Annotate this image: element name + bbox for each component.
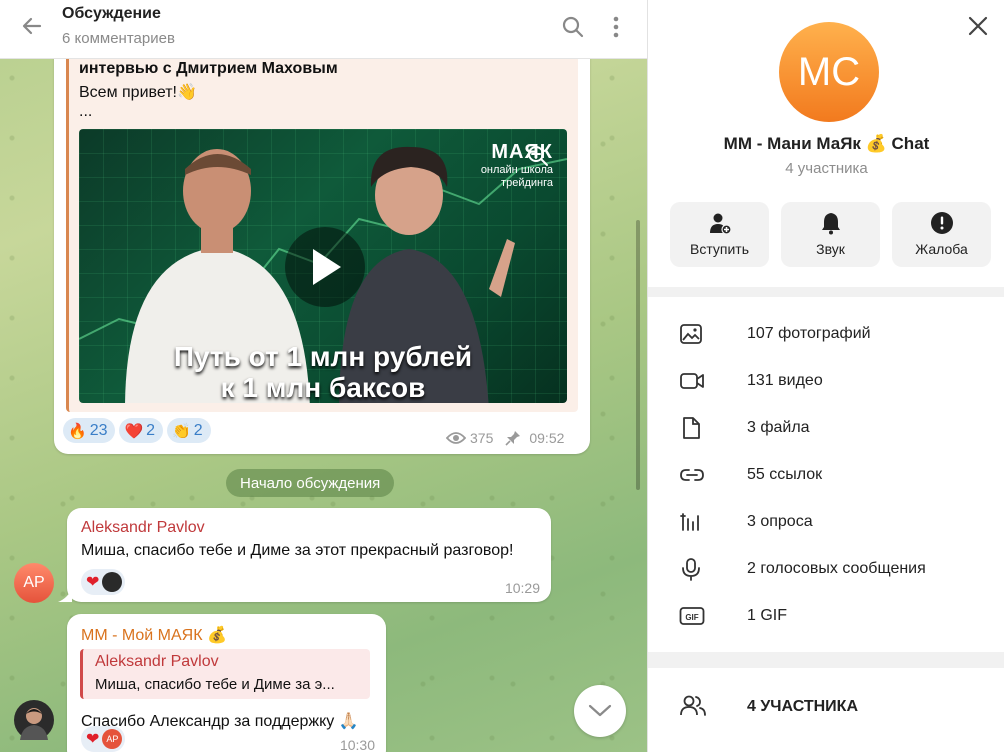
play-icon [313, 249, 341, 285]
join-button[interactable]: Вступить [670, 202, 769, 267]
media-row-videos[interactable]: 131 видео [648, 357, 1004, 404]
group-member-count: 4 участника [785, 160, 868, 177]
reaction-count: 2 [146, 421, 156, 439]
post-views: 375 [470, 430, 494, 446]
reaction-count: 23 [89, 421, 108, 439]
message-reaction[interactable]: ❤ AP [81, 726, 126, 752]
chevron-down-icon [588, 704, 612, 717]
video-preview[interactable]: МАЯК онлайн школа трейдинга Путь от 1 мл… [79, 129, 567, 403]
shared-media-list: 107 фотографий 131 видео 3 файла 55 ссыл… [648, 297, 1004, 652]
media-row-files[interactable]: 3 файла [648, 404, 1004, 451]
message-time: 10:29 [504, 580, 540, 596]
reaction-clap[interactable]: 👏 2 [167, 418, 211, 443]
reaction-heart[interactable]: ❤️ 2 [119, 418, 164, 443]
bell-icon [822, 213, 840, 235]
gif-icon: GIF [679, 607, 705, 625]
reply-quote[interactable]: Aleksandr Pavlov Миша, спасибо тебе и Ди… [80, 649, 370, 699]
add-user-icon [710, 213, 732, 235]
discussion-start-label: Начало обсуждения [226, 469, 395, 497]
warning-icon [931, 212, 953, 234]
chat-title: Обсуждение [62, 5, 161, 22]
media-label: 3 опроса [747, 513, 813, 530]
media-label: 2 голосовых сообщения [747, 560, 926, 577]
report-label: Жалоба [915, 241, 968, 257]
message-bubble[interactable]: MM - Мой МАЯК 💰 Aleksandr Pavlov Миша, с… [67, 614, 386, 752]
media-label: 3 файла [747, 419, 810, 436]
sound-label: Звук [816, 241, 845, 257]
info-header: MC MM - Мани МаЯк 💰 Chat 4 участника Вст… [648, 0, 1004, 287]
scroll-down-button[interactable] [574, 685, 626, 737]
play-button[interactable] [285, 227, 365, 307]
heart-icon: ❤ [86, 574, 100, 591]
media-row-polls[interactable]: 3 опроса [648, 498, 1004, 545]
avatar[interactable]: AP [14, 563, 54, 603]
video-headline-line1: Путь от 1 млн рублей [173, 341, 473, 372]
message-bubble[interactable]: Aleksandr Pavlov Миша, спасибо тебе и Ди… [67, 508, 551, 602]
info-panel: MC MM - Мани МаЯк 💰 Chat 4 участника Вст… [647, 0, 1004, 752]
eye-icon [446, 432, 466, 444]
members-section[interactable]: 4 УЧАСТНИКА [648, 668, 1004, 752]
message-text: Спасибо Александр за поддержку 🙏🏻 [81, 713, 359, 730]
chat-header: Обсуждение 6 комментариев [0, 0, 647, 59]
post-ellipsis: ... [79, 103, 93, 120]
post-greeting: Всем привет!👋 [79, 84, 197, 101]
app-window: Обсуждение 6 комментариев интервью с Дми… [0, 0, 1004, 752]
group-avatar: MC [779, 22, 879, 122]
link-icon [680, 469, 704, 481]
file-icon [683, 417, 700, 439]
chat-scrollbar[interactable] [636, 220, 640, 490]
reactor-avatar [102, 572, 123, 592]
back-arrow-icon[interactable] [18, 12, 46, 40]
zoom-in-icon[interactable] [527, 145, 549, 167]
members-label: 4 УЧАСТНИКА [747, 698, 858, 715]
media-row-voice[interactable]: 2 голосовых сообщения [648, 545, 1004, 592]
close-icon[interactable] [966, 14, 990, 38]
join-label: Вступить [689, 241, 749, 257]
reply-author: Aleksandr Pavlov [95, 653, 219, 670]
avatar[interactable] [14, 700, 54, 740]
message-time: 10:30 [339, 737, 375, 752]
media-label: 55 ссылок [747, 466, 823, 483]
post-meta: 375 09:52 [446, 430, 564, 446]
bubble-tail [58, 588, 72, 602]
media-row-gif[interactable]: GIF 1 GIF [648, 592, 1004, 639]
pin-icon [505, 431, 521, 446]
post-title: интервью с Дмитрием Маховым [79, 60, 338, 77]
reply-text: Миша, спасибо тебе и Диме за э... [95, 676, 335, 693]
post-reactions: 🔥 23 ❤️ 2 👏 2 [63, 418, 211, 443]
message-author[interactable]: MM - Мой МАЯК 💰 [81, 625, 227, 645]
brand-subtitle-2: трейдинга [501, 177, 553, 189]
more-options-icon[interactable] [606, 14, 626, 40]
members-icon [680, 695, 706, 716]
video-icon [680, 373, 704, 389]
report-button[interactable]: Жалоба [892, 202, 991, 267]
media-label: 107 фотографий [747, 325, 871, 342]
post-time: 09:52 [529, 430, 565, 446]
fire-icon: 🔥 [68, 422, 87, 440]
user-photo-image [20, 708, 48, 740]
media-row-photos[interactable]: 107 фотографий [648, 310, 1004, 357]
sound-button[interactable]: Звук [781, 202, 880, 267]
search-icon[interactable] [560, 14, 586, 40]
video-headline-line2: к 1 млн баксов [220, 372, 426, 403]
heart-icon: ❤️ [124, 422, 144, 440]
reaction-count: 2 [193, 421, 203, 439]
reactor-avatar: AP [102, 729, 123, 749]
media-row-links[interactable]: 55 ссылок [648, 451, 1004, 498]
media-label: 131 видео [747, 372, 823, 389]
media-label: 1 GIF [747, 607, 788, 624]
message-text: Миша, спасибо тебе и Диме за этот прекра… [81, 542, 514, 559]
message-reaction[interactable]: ❤ [81, 569, 126, 595]
group-name: MM - Мани МаЯк 💰 Chat [723, 134, 930, 153]
photo-icon [680, 324, 702, 344]
reaction-fire[interactable]: 🔥 23 [63, 418, 116, 443]
svg-text:GIF: GIF [685, 613, 698, 622]
poll-icon [680, 513, 699, 531]
chat-subtitle: 6 комментариев [62, 30, 175, 47]
clap-icon: 👏 [172, 422, 191, 440]
heart-icon: ❤ [86, 731, 100, 748]
chat-panel: Обсуждение 6 комментариев интервью с Дми… [0, 0, 647, 752]
message-author[interactable]: Aleksandr Pavlov [81, 519, 205, 537]
microphone-icon [682, 558, 700, 581]
